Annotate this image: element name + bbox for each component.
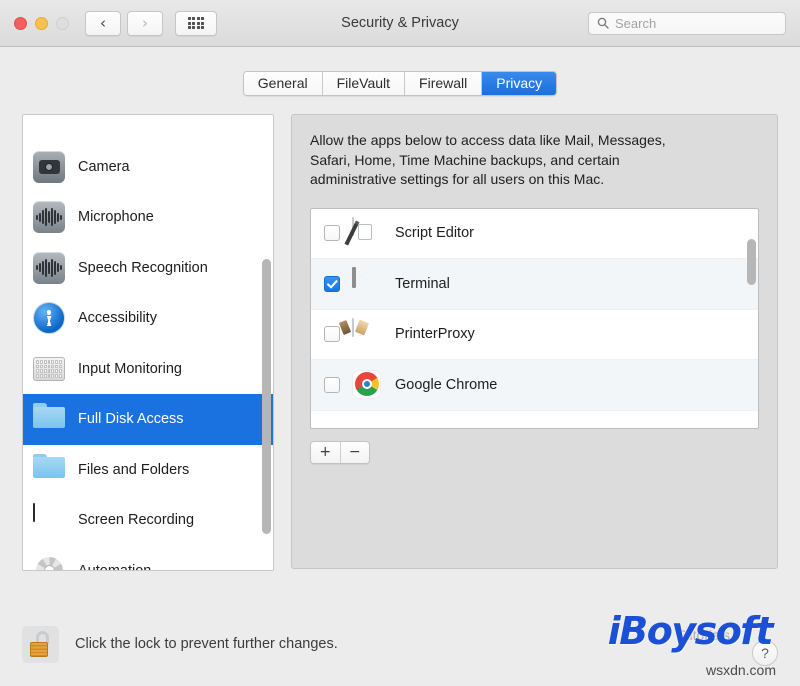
microphone-icon (33, 201, 65, 234)
app-checkbox[interactable] (324, 225, 340, 242)
tab-general[interactable]: General (243, 72, 323, 95)
add-remove-button-group: + − (310, 440, 370, 464)
lock-button[interactable] (22, 625, 59, 663)
sidebar-item-camera[interactable]: Camera (23, 142, 273, 193)
folder-icon (33, 403, 65, 435)
tab-bar: General FileVault Firewall Privacy (0, 47, 800, 114)
privacy-category-sidebar[interactable]: Camera Microphone Speech Recognition Acc… (22, 114, 274, 571)
terminal-icon: >_ (352, 266, 382, 299)
privacy-category-list: Camera Microphone Speech Recognition Acc… (23, 115, 273, 571)
app-checkbox[interactable] (324, 326, 340, 343)
app-name: Terminal (395, 275, 450, 292)
sidebar-scrollbar-thumb[interactable] (262, 259, 271, 534)
sidebar-item-full-disk-access[interactable]: Full Disk Access (23, 394, 273, 445)
printerproxy-icon (352, 318, 382, 349)
sidebar-item-label: Speech Recognition (78, 259, 208, 276)
script-editor-icon (352, 217, 382, 248)
sidebar-scrollbar[interactable] (262, 119, 271, 566)
tab-filevault[interactable]: FileVault (322, 72, 406, 95)
camera-icon (33, 150, 65, 183)
app-name: PrinterProxy (395, 326, 475, 343)
pane-description: Allow the apps below to access data like… (310, 132, 666, 187)
lock-status-text: Click the lock to prevent further change… (75, 636, 338, 652)
tab-firewall[interactable]: Firewall (405, 72, 483, 95)
search-placeholder: Search (615, 15, 657, 31)
unlocked-padlock-icon (29, 631, 52, 657)
table-row[interactable]: Google Chrome (311, 360, 758, 411)
tab-group: General FileVault Firewall Privacy (242, 71, 558, 96)
sidebar-item-accessibility[interactable]: Accessibility (23, 293, 273, 344)
sidebar-item-label: Automation (78, 562, 152, 571)
add-app-button[interactable]: + (311, 441, 341, 463)
back-button[interactable]: ‹ (85, 10, 121, 36)
table-row[interactable]: >_ Terminal (311, 259, 758, 310)
gear-icon (33, 555, 65, 570)
sidebar-item-label: Full Disk Access (78, 411, 184, 428)
forward-button: › (127, 10, 163, 36)
security-privacy-window: ‹ › Security & Privacy Search General Fi… (0, 0, 800, 686)
minimize-button[interactable] (35, 16, 48, 30)
content-panes: Camera Microphone Speech Recognition Acc… (0, 114, 800, 602)
navigation-buttons: ‹ › (85, 10, 163, 36)
window-titlebar: ‹ › Security & Privacy Search (0, 0, 800, 47)
sidebar-item-microphone[interactable]: Microphone (23, 192, 273, 243)
speech-recognition-icon (33, 251, 65, 284)
sidebar-item-automation[interactable]: Automation (23, 546, 273, 571)
tab-privacy[interactable]: Privacy (482, 72, 557, 95)
full-disk-access-pane: Allow the apps below to access data like… (291, 114, 778, 569)
window-footer: Click the lock to prevent further change… (0, 602, 800, 686)
remove-app-button[interactable]: − (340, 441, 369, 463)
app-list-scrollbar[interactable] (747, 213, 756, 424)
sidebar-item-screen-recording[interactable]: Screen Recording (23, 495, 273, 546)
chevron-left-icon: ‹ (100, 13, 106, 32)
sidebar-item-input-monitoring[interactable]: Input Monitoring (23, 344, 273, 395)
sidebar-item-label: Screen Recording (78, 512, 195, 529)
show-all-button[interactable] (175, 10, 217, 36)
app-list-scrollbar-thumb[interactable] (747, 238, 756, 285)
search-container: Search (588, 11, 786, 35)
app-checkbox[interactable] (324, 376, 340, 393)
window-traffic-lights (14, 16, 69, 30)
sidebar-item-files-and-folders[interactable]: Files and Folders (23, 445, 273, 496)
table-row[interactable]: Script Editor (311, 209, 758, 259)
close-button[interactable] (14, 16, 27, 30)
search-input[interactable]: Search (588, 11, 786, 35)
sidebar-item-label: Microphone (78, 209, 154, 226)
accessibility-icon (33, 302, 65, 335)
sidebar-item-label: Camera (78, 158, 130, 175)
display-icon (33, 503, 65, 536)
chrome-icon (352, 369, 382, 400)
grid-icon (187, 16, 205, 30)
sidebar-item-label: Input Monitoring (78, 360, 182, 377)
keyboard-icon (33, 353, 65, 385)
search-icon (597, 17, 609, 29)
zoom-button (56, 16, 69, 30)
location-services-icon (33, 115, 65, 132)
sidebar-item-label: Accessibility (78, 310, 157, 327)
app-checkbox[interactable] (324, 275, 340, 292)
watermark-site: wsxdn.com (705, 662, 776, 678)
app-permission-list[interactable]: Script Editor >_ Terminal PrinterProxy G… (310, 207, 759, 429)
app-name: Google Chrome (395, 376, 498, 393)
chevron-right-icon: › (142, 13, 148, 32)
sidebar-item-speech-recognition[interactable]: Speech Recognition (23, 243, 273, 294)
table-row[interactable]: PrinterProxy (311, 310, 758, 360)
sidebar-item-location-services[interactable] (23, 115, 273, 142)
sidebar-item-label: Files and Folders (78, 461, 190, 478)
watermark-brand: iBoysoft (607, 609, 774, 653)
app-name: Script Editor (395, 225, 474, 242)
folder-icon (33, 454, 65, 486)
